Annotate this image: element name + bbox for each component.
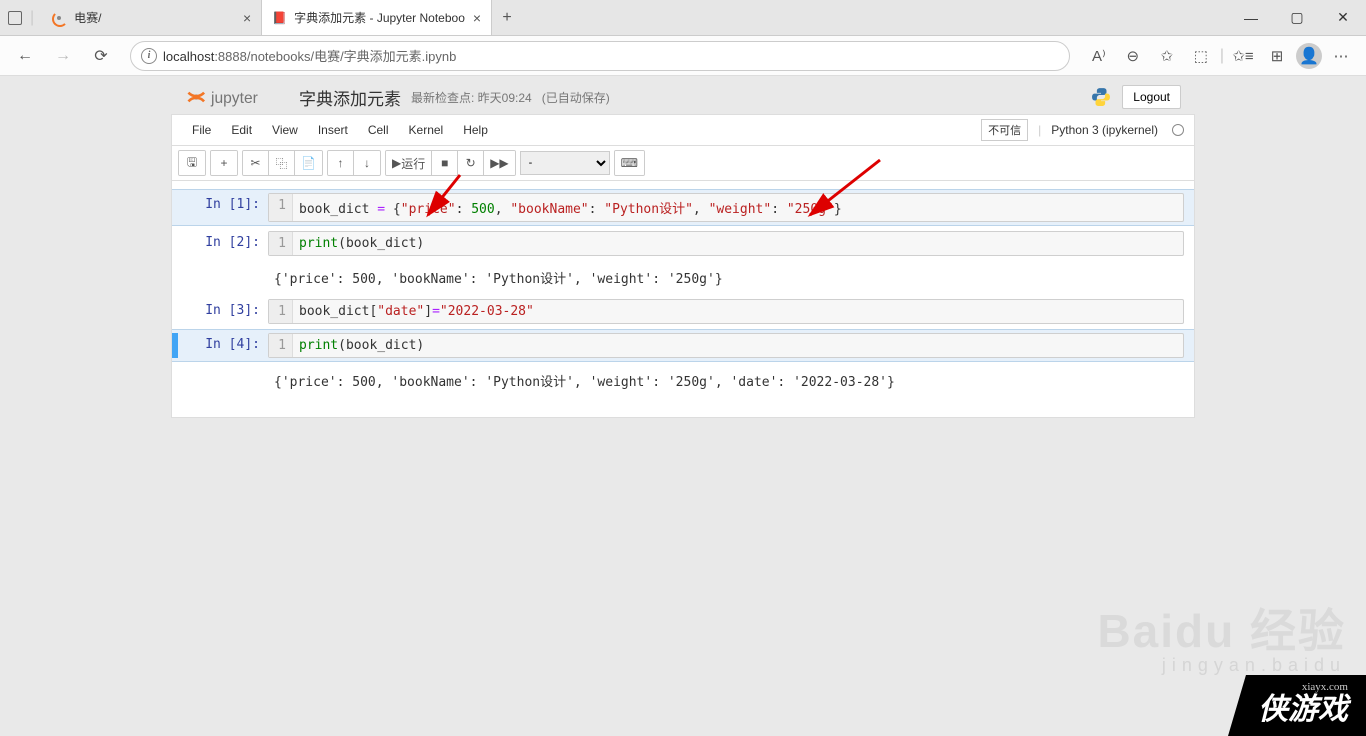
copy-button[interactable]: ⿻	[269, 151, 295, 175]
tab-title: 电赛/	[74, 9, 235, 26]
extensions-icon[interactable]: ⬚	[1186, 41, 1216, 71]
cell-output: {'price': 500, 'bookName': 'Python设计', '…	[268, 264, 1184, 291]
code-input[interactable]: 1 print(book_dict)	[268, 333, 1184, 358]
favorites-list-icon[interactable]: ✩≡	[1228, 41, 1258, 71]
kernel-name[interactable]: Python 3 (ipykernel)	[1051, 123, 1158, 137]
menu-kernel[interactable]: Kernel	[399, 119, 454, 141]
menu-help[interactable]: Help	[453, 119, 498, 141]
favorite-icon[interactable]: ✩	[1152, 41, 1182, 71]
refresh-button[interactable]: ⟳	[86, 41, 116, 71]
titlebar-left: |	[0, 0, 42, 35]
menu-cell[interactable]: Cell	[358, 119, 399, 141]
celltype-select[interactable]: -	[520, 151, 610, 175]
python-icon	[1090, 86, 1112, 108]
run-button[interactable]: ▶ 运行	[386, 151, 432, 175]
menu-view[interactable]: View	[262, 119, 308, 141]
output-row: {'price': 500, 'bookName': 'Python设计', '…	[172, 364, 1194, 397]
window-controls: — ▢ ✕	[1228, 0, 1366, 35]
trust-indicator[interactable]: 不可信	[981, 119, 1028, 141]
cell-output: {'price': 500, 'bookName': 'Python设计', '…	[268, 367, 1184, 394]
menu-insert[interactable]: Insert	[308, 119, 358, 141]
restart-button[interactable]: ↻	[458, 151, 484, 175]
cut-button[interactable]: ✂	[243, 151, 269, 175]
notebook-cells: In [1]: 1 book_dict = {"price": 500, "bo…	[172, 181, 1194, 417]
cell-prompt: In [4]:	[178, 333, 268, 358]
kernel-status-icon	[1172, 124, 1184, 136]
notebook-title[interactable]: 字典添加元素	[299, 85, 401, 110]
back-button[interactable]: ←	[10, 41, 40, 71]
tab-close-icon[interactable]: ×	[473, 10, 481, 26]
svg-text:jupyter: jupyter	[210, 90, 258, 107]
code-cell[interactable]: In [4]: 1 print(book_dict)	[172, 329, 1194, 362]
browser-tab[interactable]: 电赛/ ×	[42, 0, 262, 35]
code-text[interactable]: book_dict["date"]="2022-03-28"	[293, 300, 1183, 323]
menu-file[interactable]: File	[182, 119, 221, 141]
paste-button[interactable]: 📄	[295, 151, 322, 175]
browser-tab-active[interactable]: 📕 字典添加元素 - Jupyter Noteboo ×	[262, 0, 492, 35]
code-text[interactable]: book_dict = {"price": 500, "bookName": "…	[293, 194, 1183, 221]
jupyter-logo-icon[interactable]: jupyter	[185, 84, 289, 110]
insert-cell-button[interactable]: +	[211, 151, 237, 175]
command-palette-button[interactable]: ⌨	[615, 151, 644, 175]
minimize-button[interactable]: —	[1228, 0, 1274, 35]
move-down-button[interactable]: ↓	[354, 151, 380, 175]
browser-addressbar: ← → ⟳ i localhost:8888/notebooks/电赛/字典添加…	[0, 36, 1366, 76]
code-input[interactable]: 1 book_dict["date"]="2022-03-28"	[268, 299, 1184, 324]
toolbar: 🖫 + ✂ ⿻ 📄 ↑ ↓ ▶ 运行 ■ ↻ ▶▶ - ⌨	[172, 146, 1194, 181]
zoom-icon[interactable]: ⊖	[1118, 41, 1148, 71]
watermark-baidu: Baidu 经验 jingyan.baidu	[1097, 595, 1346, 676]
interrupt-button[interactable]: ■	[432, 151, 458, 175]
logout-button[interactable]: Logout	[1122, 85, 1181, 109]
code-cell[interactable]: In [2]: 1 print(book_dict)	[172, 228, 1194, 259]
collections-icon[interactable]: ⊞	[1262, 41, 1292, 71]
new-tab-button[interactable]: +	[492, 0, 522, 35]
checkpoint-status: 最新检查点: 昨天09:24	[411, 89, 532, 106]
url-input[interactable]: i localhost:8888/notebooks/电赛/字典添加元素.ipy…	[130, 41, 1070, 71]
code-input[interactable]: 1 book_dict = {"price": 500, "bookName":…	[268, 193, 1184, 222]
cell-prompt: In [2]:	[178, 231, 268, 256]
maximize-button[interactable]: ▢	[1274, 0, 1320, 35]
code-text[interactable]: print(book_dict)	[293, 232, 1183, 255]
jupyter-favicon-icon	[52, 11, 66, 25]
more-menu-icon[interactable]: ⋯	[1326, 41, 1356, 71]
line-number: 1	[269, 334, 293, 357]
tab-title: 字典添加元素 - Jupyter Noteboo	[294, 9, 465, 26]
menubar: File Edit View Insert Cell Kernel Help 不…	[172, 115, 1194, 146]
tab-close-icon[interactable]: ×	[243, 10, 251, 26]
window-icon	[8, 11, 22, 25]
line-number: 1	[269, 194, 293, 221]
profile-avatar[interactable]: 👤	[1296, 43, 1322, 69]
code-cell[interactable]: In [3]: 1 book_dict["date"]="2022-03-28"	[172, 296, 1194, 327]
read-aloud-icon[interactable]: A⁾	[1084, 41, 1114, 71]
site-info-icon[interactable]: i	[141, 48, 157, 64]
forward-button[interactable]: →	[48, 41, 78, 71]
url-text: localhost:8888/notebooks/电赛/字典添加元素.ipynb	[163, 46, 456, 65]
cell-prompt: In [3]:	[178, 299, 268, 324]
code-cell[interactable]: In [1]: 1 book_dict = {"price": 500, "bo…	[172, 189, 1194, 226]
close-window-button[interactable]: ✕	[1320, 0, 1366, 35]
output-row: {'price': 500, 'bookName': 'Python设计', '…	[172, 261, 1194, 294]
autosave-status: (已自动保存)	[542, 89, 610, 106]
line-number: 1	[269, 232, 293, 255]
notebook-favicon-icon: 📕	[272, 11, 286, 25]
save-button[interactable]: 🖫	[179, 151, 205, 175]
browser-titlebar: | 电赛/ × 📕 字典添加元素 - Jupyter Noteboo × + —…	[0, 0, 1366, 36]
watermark-corner: xiayx.com 侠游戏	[1228, 675, 1366, 736]
code-input[interactable]: 1 print(book_dict)	[268, 231, 1184, 256]
menu-edit[interactable]: Edit	[221, 119, 262, 141]
line-number: 1	[269, 300, 293, 323]
code-text[interactable]: print(book_dict)	[293, 334, 1183, 357]
move-up-button[interactable]: ↑	[328, 151, 354, 175]
browser-tabs: 电赛/ × 📕 字典添加元素 - Jupyter Noteboo × +	[42, 0, 522, 35]
restart-run-all-button[interactable]: ▶▶	[484, 151, 514, 175]
cell-prompt: In [1]:	[178, 193, 268, 222]
notebook-header: jupyter 字典添加元素 最新检查点: 昨天09:24 (已自动保存) Lo…	[171, 76, 1195, 114]
